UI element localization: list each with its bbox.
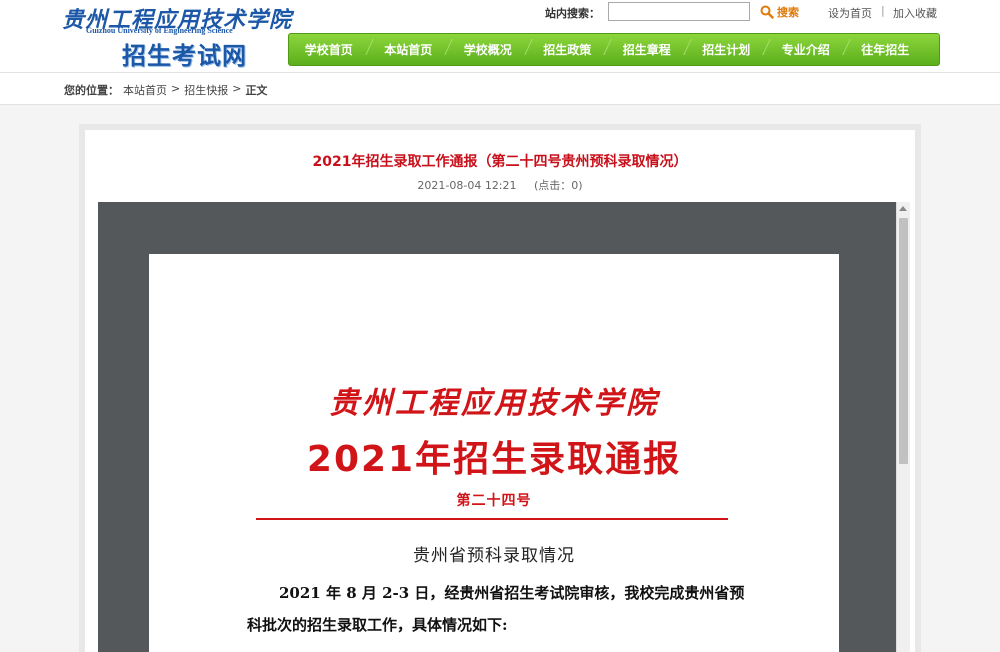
scroll-up-arrow-icon[interactable] — [899, 206, 907, 211]
site-header: 贵州工程应用技术学院 Guizhou University of Enginee… — [0, 0, 1000, 72]
search-label: 站内搜索： — [545, 7, 600, 20]
set-homepage-link[interactable]: 设为首页 — [828, 5, 872, 21]
add-bookmark-link[interactable]: 加入收藏 — [893, 5, 937, 21]
search-button[interactable]: 搜索 — [760, 3, 799, 21]
search-input[interactable] — [608, 2, 750, 21]
pdf-viewer[interactable]: 贵州工程应用技术学院 2021年招生录取通报 第二十四号 贵州省预科录取情况 2… — [98, 202, 910, 652]
pdf-page: 贵州工程应用技术学院 2021年招生录取通报 第二十四号 贵州省预科录取情况 2… — [149, 254, 839, 652]
breadcrumb: 您的位置： 本站首页 > 招生快报 > 正文 — [64, 82, 267, 98]
document-paragraph: 2021 年 8 月 2-3 日，经贵州省招生考试院审核，我校完成贵州省预科批次… — [247, 584, 745, 634]
breadcrumb-separator: > — [232, 82, 242, 95]
main-nav: 学校首页 本站首页 学校概况 招生政策 招生章程 招生计划 专业介绍 往年招生 — [288, 33, 940, 66]
search-icon — [760, 5, 774, 19]
nav-item-site-home[interactable]: 本站首页 — [369, 41, 449, 58]
document-subtitle: 贵州省预科录取情况 — [413, 546, 575, 566]
breadcrumb-current: 正文 — [245, 84, 268, 97]
viewer-scrollbar[interactable] — [896, 202, 910, 652]
article-card: 2021年招生录取工作通报（第二十四号贵州预科录取情况） 2021-08-04 … — [79, 124, 921, 652]
breadcrumb-separator: > — [171, 82, 181, 95]
search-button-label: 搜索 — [777, 6, 799, 19]
document-school-name: 贵州工程应用技术学院 — [329, 386, 659, 421]
article-clicks: (点击：0) — [534, 179, 583, 192]
breadcrumb-news[interactable]: 招生快报 — [184, 82, 228, 98]
article-title: 2021年招生录取工作通报（第二十四号贵州预科录取情况） — [312, 154, 688, 170]
nav-item-admission-policy[interactable]: 招生政策 — [528, 41, 608, 58]
document-red-rule — [256, 518, 728, 520]
nav-item-school-home[interactable]: 学校首页 — [289, 41, 369, 58]
nav-item-majors[interactable]: 专业介绍 — [766, 41, 846, 58]
nav-item-past-admissions[interactable]: 往年招生 — [846, 41, 926, 58]
article-meta: 2021-08-04 12:21 (点击：0) — [85, 177, 915, 193]
top-link-separator: | — [881, 4, 885, 17]
scrollbar-thumb[interactable] — [899, 218, 908, 464]
article-date: 2021-08-04 12:21 — [417, 179, 517, 192]
logo-site-title[interactable]: 招生考试网 — [122, 36, 247, 71]
nav-item-school-overview[interactable]: 学校概况 — [448, 41, 528, 58]
breadcrumb-site-home[interactable]: 本站首页 — [123, 82, 167, 98]
breadcrumb-bar: 您的位置： 本站首页 > 招生快报 > 正文 — [0, 72, 1000, 105]
document-issue-number: 第二十四号 — [456, 493, 532, 509]
document-headline: 2021年招生录取通报 — [306, 439, 682, 480]
logo-school-english: Guizhou University of Engineering Scienc… — [86, 26, 233, 35]
breadcrumb-prefix: 您的位置： — [64, 84, 119, 97]
nav-item-admission-plan[interactable]: 招生计划 — [687, 41, 767, 58]
nav-item-admission-charter[interactable]: 招生章程 — [607, 41, 687, 58]
